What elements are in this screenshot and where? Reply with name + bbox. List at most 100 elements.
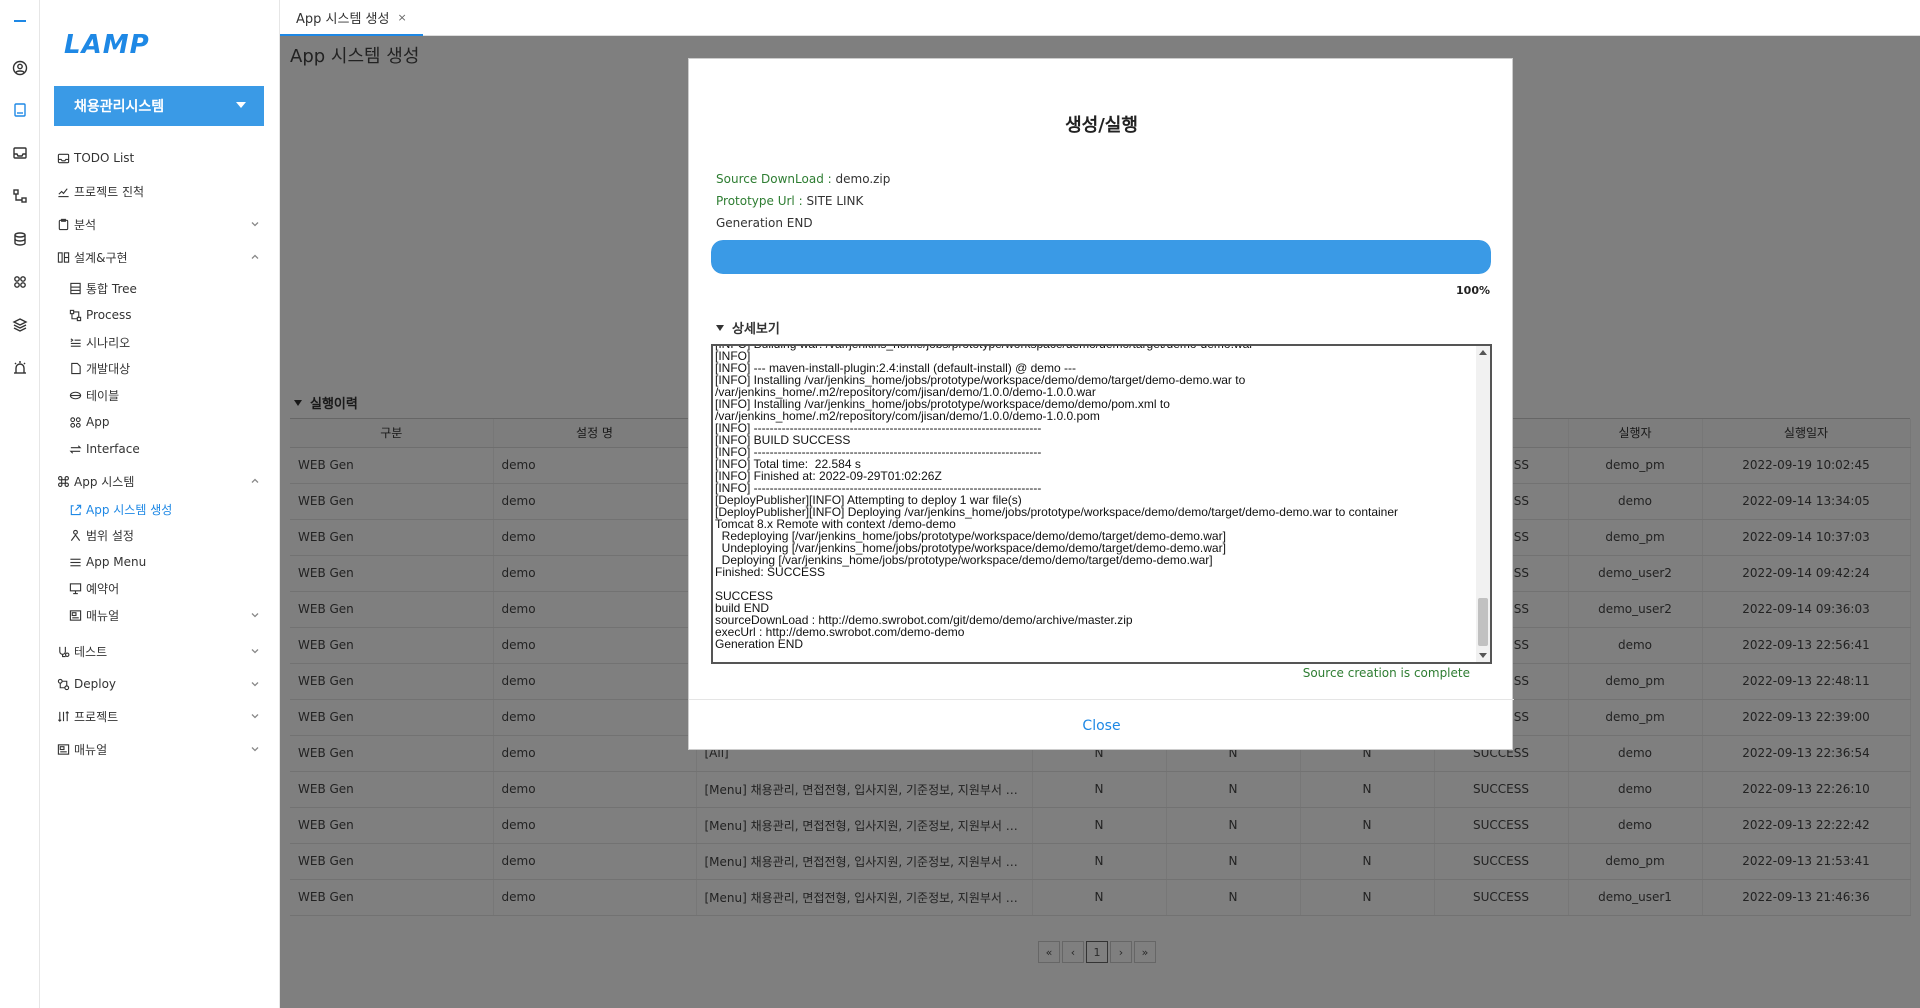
sidebar-item[interactable]: 프로젝트 (56, 705, 268, 727)
sidebar-item[interactable]: 시나리오 (68, 331, 268, 353)
layout-icon (56, 250, 70, 264)
generate-run-dialog: 생성/실행 Source DownLoad : demo.zip Prototy… (688, 58, 1514, 750)
sidebar-item[interactable]: 통합 Tree (68, 277, 268, 299)
database-icon[interactable] (8, 227, 32, 251)
export-icon (68, 502, 82, 516)
source-download-label: Source DownLoad : (716, 172, 832, 186)
sidebar-item[interactable]: 프로젝트 진척 (56, 180, 268, 202)
sidebar-item-label: 설계&구현 (74, 250, 128, 265)
sidebar-item-label: 예약어 (86, 581, 120, 596)
sidebar-item[interactable]: 설계&구현 (56, 246, 268, 268)
sidebar-item-label: 프로젝트 진척 (74, 184, 145, 199)
sidebar-item-label: Process (86, 308, 132, 322)
sidebar-item[interactable]: 범위 설정 (68, 524, 268, 546)
menu-icon[interactable] (8, 9, 32, 33)
sidebar-item-label: App Menu (86, 555, 147, 569)
sidebar-item[interactable]: App (68, 411, 268, 433)
menu-icon (68, 555, 82, 569)
dialog-title: 생성/실행 (1065, 115, 1138, 136)
sidebar-item-label: 테스트 (74, 644, 108, 659)
line-chart-icon (56, 184, 70, 198)
log-scrollbar[interactable] (1476, 346, 1490, 662)
sidebar-item-label: 프로젝트 (74, 709, 119, 724)
sidebar-item-label: 개발대상 (86, 361, 131, 376)
user-circle-icon[interactable] (8, 56, 32, 80)
sidebar-item-label: Interface (86, 442, 140, 456)
clipboard-icon (56, 217, 70, 231)
command-icon (56, 474, 70, 488)
chevron-down-icon[interactable] (250, 710, 260, 724)
sidebar-item[interactable]: 테스트 (56, 640, 268, 662)
progress-bar (711, 240, 1491, 274)
person-icon (68, 528, 82, 542)
scroll-up-icon[interactable] (1479, 350, 1487, 355)
build-log[interactable]: [INFO] Building war: /var/jenkins_home/j… (711, 344, 1492, 664)
chevron-down-icon[interactable] (250, 218, 260, 232)
chevron-up-icon[interactable] (250, 251, 260, 265)
chevron-down-icon[interactable] (250, 609, 260, 623)
sidebar-item[interactable]: App 시스템 (56, 470, 268, 492)
sidebar-item-label: 매뉴얼 (86, 608, 120, 623)
icon-rail (0, 0, 40, 1008)
sidebar-item-label: App (86, 415, 110, 429)
layers-icon[interactable] (8, 313, 32, 337)
sidebar-item-label: 테이블 (86, 388, 120, 403)
sort-icon (56, 709, 70, 723)
tab-label: App 시스템 생성 (296, 11, 390, 27)
process-icon (68, 308, 82, 322)
inbox-icon[interactable] (8, 141, 32, 165)
file-icon (68, 361, 82, 375)
test-icon (56, 644, 70, 658)
sidebar-item-label: App 시스템 생성 (86, 502, 173, 517)
detail-heading: 상세보기 (732, 322, 780, 337)
sidebar-item-label: 시나리오 (86, 335, 131, 350)
system-select[interactable]: 채용관리시스템 (54, 86, 264, 126)
sidebar-item[interactable]: Deploy (56, 673, 268, 695)
scroll-down-icon[interactable] (1479, 653, 1487, 658)
flow-icon[interactable] (8, 184, 32, 208)
close-icon[interactable]: × (397, 11, 406, 24)
sidebar-item[interactable]: TODO List (56, 147, 268, 169)
sidebar-item[interactable]: 예약어 (68, 577, 268, 599)
sidebar-item-label: 범위 설정 (86, 528, 134, 543)
prototype-url-row: Prototype Url : SITE LINK (716, 194, 863, 208)
sidebar-item[interactable]: 개발대상 (68, 357, 268, 379)
caret-down-icon (236, 102, 246, 108)
chevron-down-icon[interactable] (250, 645, 260, 659)
sidebar-item[interactable]: App Menu (68, 551, 268, 573)
sidebar-item[interactable]: App 시스템 생성 (68, 498, 268, 520)
sidebar-item[interactable]: Interface (68, 438, 268, 460)
sidebar-item[interactable]: 분석 (56, 213, 268, 235)
monitor-icon (68, 581, 82, 595)
image-icon (56, 742, 70, 756)
sidebar-item[interactable]: 매뉴얼 (56, 738, 268, 760)
alarm-icon[interactable] (8, 356, 32, 380)
tab-app-system-create[interactable]: App 시스템 생성 × (280, 0, 423, 36)
chevron-up-icon[interactable] (250, 475, 260, 489)
deploy-icon (56, 677, 70, 691)
detail-toggle[interactable]: 상세보기 (716, 318, 780, 337)
log-status: Source creation is complete (1302, 666, 1470, 680)
scroll-thumb[interactable] (1478, 598, 1488, 646)
generation-status: Generation END (716, 216, 813, 230)
sidebar-item-label: App 시스템 (74, 474, 135, 489)
chevron-down-icon[interactable] (250, 743, 260, 757)
source-download-row: Source DownLoad : demo.zip (716, 172, 890, 186)
grid-icon[interactable] (8, 270, 32, 294)
inbox-icon (56, 151, 70, 165)
system-select-label: 채용관리시스템 (74, 99, 165, 115)
close-button[interactable]: Close (1082, 718, 1120, 734)
sidebar-item-label: 통합 Tree (86, 281, 137, 296)
chevron-down-icon[interactable] (250, 678, 260, 692)
interface-icon (68, 442, 82, 456)
prototype-url-link[interactable]: SITE LINK (803, 194, 863, 208)
grid-icon (68, 415, 82, 429)
book-icon[interactable] (8, 98, 32, 122)
sidebar-item[interactable]: Process (68, 304, 268, 326)
image-icon (68, 608, 82, 622)
sidebar-item[interactable]: 테이블 (68, 384, 268, 406)
sidebar-item-label: TODO List (74, 151, 135, 165)
sidebar-item[interactable]: 매뉴얼 (68, 604, 268, 626)
source-download-link[interactable]: demo.zip (832, 172, 891, 186)
sidebar-item-label: 분석 (74, 217, 97, 232)
